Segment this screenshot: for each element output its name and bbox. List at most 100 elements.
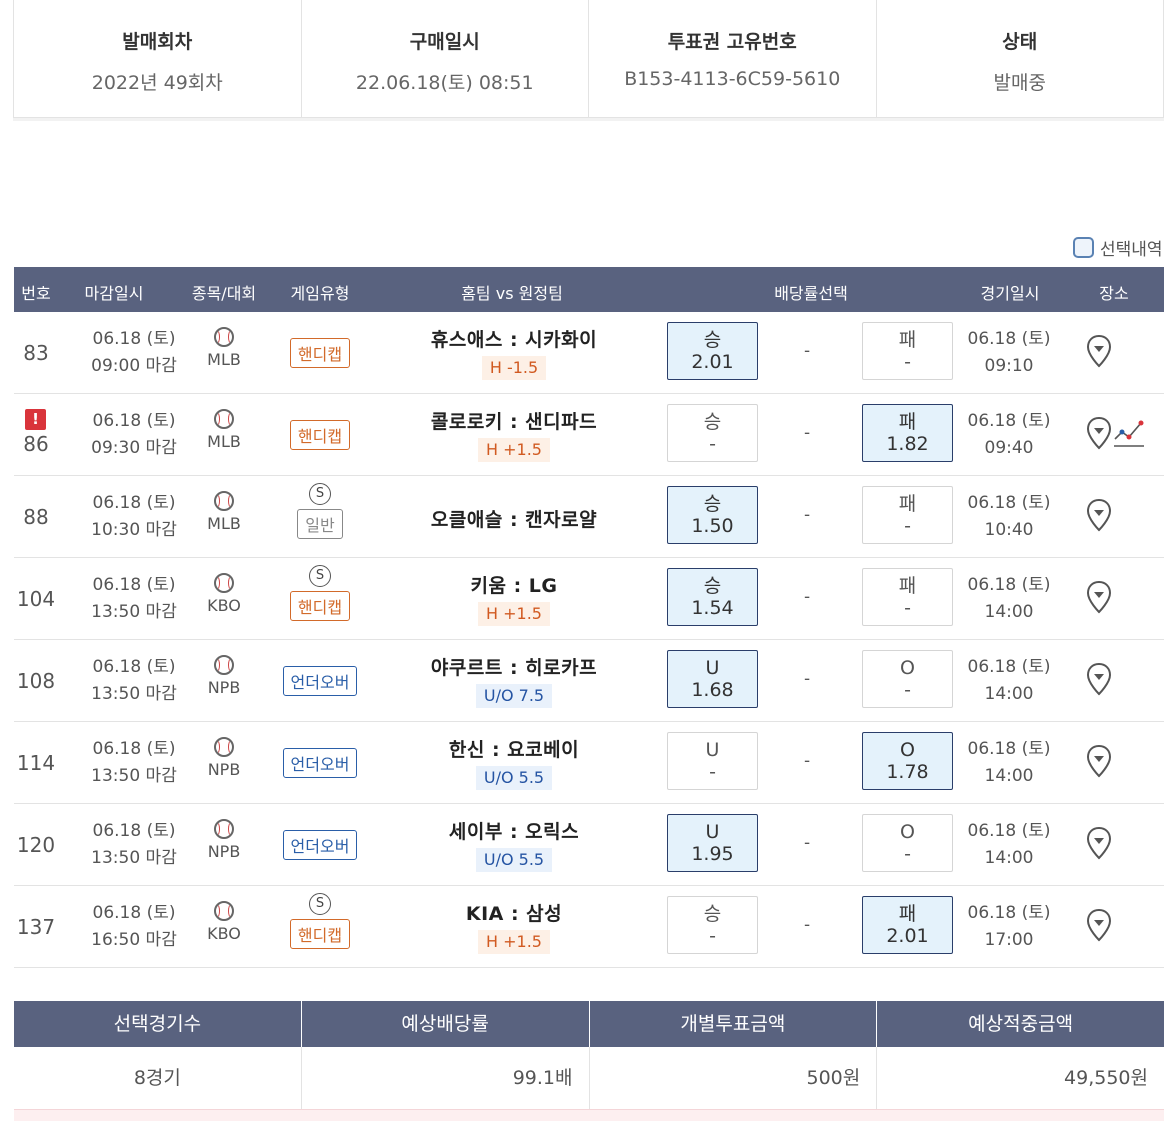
matchup[interactable]: 야쿠르트 : 히로카프 U/O 7.5: [344, 653, 684, 708]
location-pin-icon[interactable]: [1086, 580, 1112, 614]
odds-option-right[interactable]: O-: [862, 650, 953, 708]
deadline-time: 09:00 마감: [91, 356, 177, 376]
odds-option-right[interactable]: 패-: [862, 322, 953, 380]
sport: MLB: [194, 409, 254, 451]
odds-option-right[interactable]: 패 1.82: [862, 404, 953, 462]
matchup[interactable]: 세이부 : 오릭스 U/O 5.5: [344, 817, 684, 872]
info-label: 상태: [1002, 31, 1038, 53]
handicap-value: H +1.5: [478, 602, 550, 626]
game-clock: 17:00: [984, 930, 1034, 950]
deadline-time: 13:50 마감: [91, 602, 177, 622]
game-clock: 09:10: [984, 356, 1034, 376]
odds-label: U: [705, 739, 720, 761]
select-history-checkbox[interactable]: 선택내역: [1073, 235, 1163, 260]
location-pin-icon[interactable]: [1086, 334, 1112, 368]
odds-option-right[interactable]: 패-: [862, 568, 953, 626]
odds-draw: -: [804, 341, 811, 361]
games-table-header: 번호 마감일시 종목/대회 게임유형 홈팀 vs 원정팀 배당률선택 경기일시 …: [14, 267, 1164, 312]
deadline-time: 13:50 마감: [91, 766, 177, 786]
odds-label: 승: [703, 903, 722, 925]
game-clock: 14:00: [984, 684, 1034, 704]
deadline: 06.18 (토) 16:50 마감: [74, 900, 194, 954]
odds-option-left[interactable]: 승 1.50: [667, 486, 758, 544]
odds-value: -: [904, 351, 911, 373]
game-date: 06.18 (토): [967, 739, 1051, 759]
game-number: 104: [16, 587, 56, 611]
league-label: KBO: [207, 596, 241, 615]
matchup[interactable]: KIA : 삼성 H +1.5: [344, 899, 684, 954]
teams-label: 키움 : LG: [470, 575, 558, 597]
location-pin-icon[interactable]: [1086, 498, 1112, 532]
info-round: 발매회차 2022년 49회차: [14, 0, 302, 117]
summary-expected-payout: 49,550원: [1064, 1067, 1148, 1089]
sport: MLB: [194, 491, 254, 533]
info-value: 발매중: [993, 72, 1046, 94]
odds-option-left[interactable]: 승-: [667, 404, 758, 462]
location-pin-icon[interactable]: [1086, 744, 1112, 778]
deadline: 06.18 (토) 13:50 마감: [74, 654, 194, 708]
odds-label: 패: [898, 411, 917, 433]
location-pin-icon[interactable]: [1086, 416, 1112, 450]
sport: NPB: [194, 737, 254, 779]
handicap-value: H +1.5: [478, 930, 550, 954]
odds-label: 승: [703, 575, 722, 597]
matchup[interactable]: 콜로로키 : 샌디파드 H +1.5: [344, 407, 684, 462]
teams-label: KIA : 삼성: [465, 903, 563, 925]
alert-icon: !: [25, 409, 46, 430]
odds-value: 1.95: [691, 843, 734, 865]
location-pin-icon[interactable]: [1086, 826, 1112, 860]
table-row: 114 06.18 (토) 13:50 마감 NPB 언더오버 한신 : 요코베이 U/O …: [14, 722, 1164, 804]
special-s-icon: S: [309, 565, 331, 587]
odds-draw: -: [804, 587, 811, 607]
table-row: 104 06.18 (토) 13:50 마감 KBO S 핸디캡 키움 : LG H +1.5…: [14, 558, 1164, 640]
odds-option-left[interactable]: 승 2.01: [667, 322, 758, 380]
checkbox-box[interactable]: [1073, 237, 1094, 258]
deadline-time: 16:50 마감: [91, 930, 177, 950]
odds-option-left[interactable]: 승 1.54: [667, 568, 758, 626]
baseball-icon: [214, 819, 234, 839]
summary-bet-amount: 500원: [590, 1047, 878, 1109]
game-time: 06.18 (토) 14:00: [954, 818, 1064, 872]
game-clock: 14:00: [984, 848, 1034, 868]
deadline-date: 06.18 (토): [92, 411, 176, 431]
odds-label: 패: [898, 575, 917, 597]
odds-option-right[interactable]: 패-: [862, 486, 953, 544]
matchup[interactable]: 키움 : LG H +1.5: [344, 571, 684, 626]
odds-option-right[interactable]: O-: [862, 814, 953, 872]
game-time: 06.18 (토) 09:40: [954, 408, 1064, 462]
matchup[interactable]: 오클애슬 : 캔자로얄: [344, 505, 684, 532]
odds-option-left[interactable]: U 1.95: [667, 814, 758, 872]
sport: KBO: [194, 901, 254, 943]
deadline: 06.18 (토) 09:00 마감: [74, 326, 194, 380]
odds-option-left[interactable]: 승-: [667, 896, 758, 954]
location-pin-icon[interactable]: [1086, 662, 1112, 696]
odds-label: O: [900, 821, 915, 843]
teams-label: 오클애슬 : 캔자로얄: [430, 509, 598, 531]
league-label: MLB: [207, 350, 241, 369]
odds-value: -: [904, 843, 911, 865]
odds-option-left[interactable]: U-: [667, 732, 758, 790]
special-s-icon: S: [309, 893, 331, 915]
odds-option-left[interactable]: U 1.68: [667, 650, 758, 708]
game-time: 06.18 (토) 14:00: [954, 654, 1064, 708]
location-pin-icon[interactable]: [1086, 908, 1112, 942]
odds-label: U: [705, 657, 720, 679]
odds-value: 1.82: [886, 433, 929, 455]
odds-option-right[interactable]: O 1.78: [862, 732, 953, 790]
odds-draw: -: [804, 669, 811, 689]
odds-label: 패: [898, 329, 917, 351]
sport: MLB: [194, 327, 254, 369]
matchup[interactable]: 휴스애스 : 시카화이 H -1.5: [344, 325, 684, 380]
odds-value: -: [709, 433, 716, 455]
odds-trend-icon[interactable]: [1113, 417, 1145, 449]
matchup[interactable]: 한신 : 요코베이 U/O 5.5: [344, 735, 684, 790]
odds-value: 1.50: [691, 515, 734, 537]
info-label: 발매회차: [122, 31, 193, 53]
baseball-icon: [214, 409, 234, 429]
odds-draw: -: [804, 751, 811, 771]
header-venue: 장소: [1099, 284, 1129, 303]
odds-option-right[interactable]: 패 2.01: [862, 896, 953, 954]
game-clock: 09:40: [984, 438, 1034, 458]
odds-value: -: [904, 515, 911, 537]
info-value: 22.06.18(토) 08:51: [355, 72, 534, 94]
